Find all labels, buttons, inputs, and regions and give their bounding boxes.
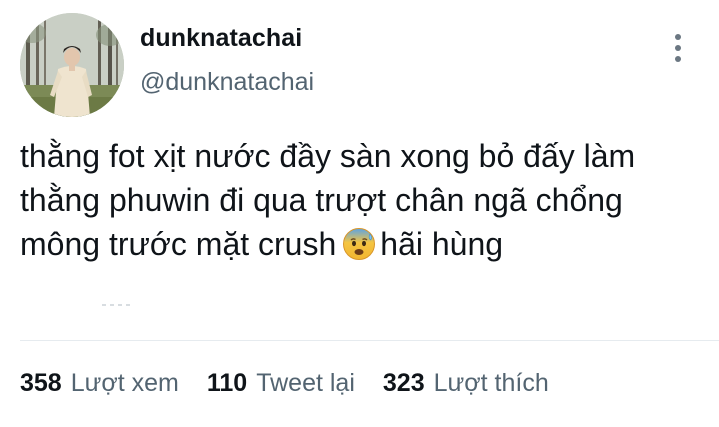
retweets-stat[interactable]: 110 Tweet lại [207,369,355,398]
avatar[interactable] [20,13,124,117]
retweets-count: 110 [206,369,248,397]
likes-label: Lượt thích [433,369,549,397]
tweet-text: thằng fot xịt nước đầy sàn xong bỏ đấy l… [20,134,710,266]
views-label: Lượt xem [70,369,179,397]
vertical-ellipsis-icon [675,34,681,62]
more-options-button[interactable] [664,30,692,66]
tweet-card: dunknatachai @dunknatachai thằng fot xịt… [0,0,719,427]
profile-photo [20,13,124,117]
retweets-label: Tweet lại [256,369,355,397]
tweet-text-segment: hãi hùng [380,226,504,262]
views-stat[interactable]: 358 Lượt xem [20,369,179,398]
tweet-text-line-last: mông trước mặt crush hãi hùng [20,222,710,266]
display-name[interactable]: dunknatachai [140,24,302,53]
tweet-text-segment: mông trước mặt crush [20,226,337,262]
divider [20,340,719,341]
faded-meta-text [102,293,136,306]
tweet-text-line: thằng fot xịt nước đầy sàn xong bỏ đấy l… [20,138,636,174]
views-count: 358 [20,369,62,397]
likes-stat[interactable]: 323 Lượt thích [383,369,549,398]
likes-count: 323 [382,369,425,397]
anxious-face-with-sweat-icon [342,227,376,261]
tweet-text-line: thằng phuwin đi qua trượt chân ngã chổng [20,182,623,218]
user-handle[interactable]: @dunknatachai [140,68,314,97]
tweet-stats: 358 Lượt xem 110 Tweet lại 323 Lượt thíc… [20,369,549,398]
